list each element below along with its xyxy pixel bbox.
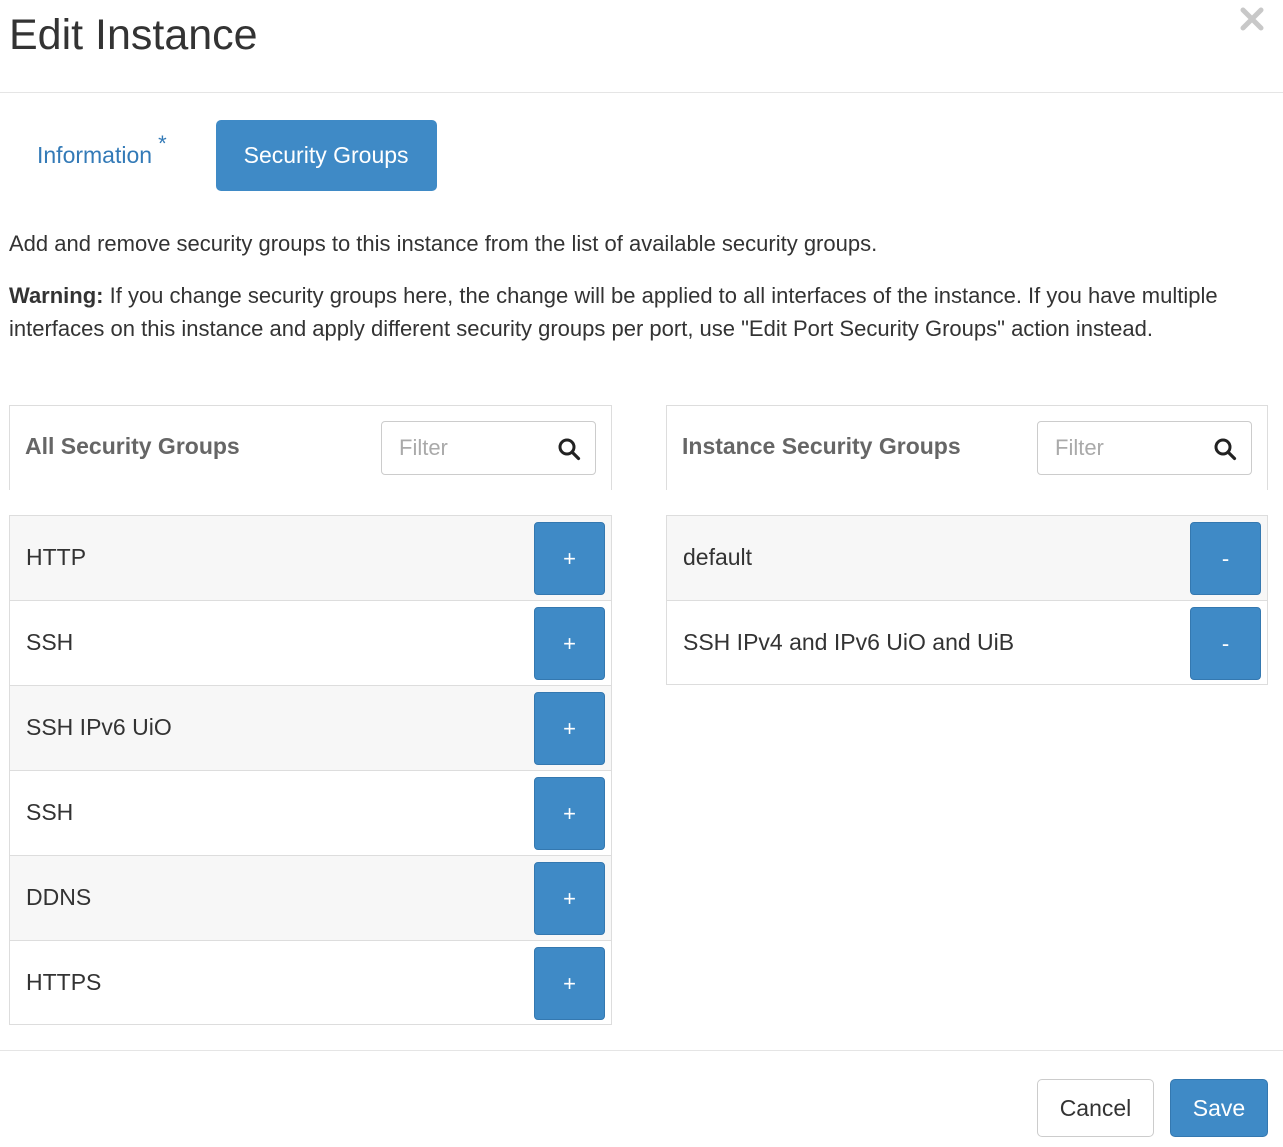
group-name: HTTPS [26,969,102,995]
filter-box [381,421,596,475]
warning-text: Warning: If you change security groups h… [9,279,1259,345]
all-groups-filter-input[interactable] [382,422,552,474]
cancel-button[interactable]: Cancel [1037,1079,1154,1137]
modal-header: Edit Instance [0,0,1283,93]
warning-label: Warning: [9,283,104,308]
all-security-groups-list: HTTP + SSH + SSH IPv6 UiO + SSH + DDNS +… [9,515,612,1025]
group-name: default [683,544,753,570]
list-item: SSH IPv4 and IPv6 UiO and UiB - [667,600,1267,685]
all-security-groups-header: All Security Groups [9,405,612,490]
filter-box [1037,421,1252,475]
group-name: SSH IPv4 and IPv6 UiO and UiB [683,629,1015,655]
tab-label: Information [37,142,153,168]
list-item: default - [667,515,1267,600]
close-icon [1240,7,1264,31]
modal-footer: Cancel Save [0,1050,1283,1147]
tab-label: Security Groups [243,142,409,168]
group-name: SSH [26,629,74,655]
search-icon[interactable] [1213,437,1237,461]
description-text: Add and remove security groups to this i… [9,231,878,256]
list-item: SSH + [10,600,611,685]
search-icon[interactable] [557,437,581,461]
add-group-button[interactable]: + [534,692,605,765]
remove-group-button[interactable]: - [1190,522,1261,595]
add-group-button[interactable]: + [534,522,605,595]
instance-security-groups-list: default - SSH IPv4 and IPv6 UiO and UiB … [666,515,1268,685]
instance-security-groups-header: Instance Security Groups [666,405,1268,490]
panel-title: All Security Groups [25,433,240,459]
close-button[interactable] [1237,4,1267,34]
remove-group-button[interactable]: - [1190,607,1261,680]
required-marker: * [158,130,167,156]
group-name: SSH IPv6 UiO [26,714,172,740]
modal-title: Edit Instance [9,11,258,59]
add-group-button[interactable]: + [534,777,605,850]
list-item: SSH + [10,770,611,855]
tab-information[interactable]: Information * [9,120,195,191]
edit-instance-modal: Edit Instance Information * Security Gro… [0,0,1283,1147]
add-group-button[interactable]: + [534,947,605,1020]
warning-body: If you change security groups here, the … [9,283,1218,341]
group-name: DDNS [26,884,92,910]
add-group-button[interactable]: + [534,862,605,935]
add-group-button[interactable]: + [534,607,605,680]
list-item: SSH IPv6 UiO + [10,685,611,770]
group-name: SSH [26,799,74,825]
tab-bar: Information * Security Groups [9,120,437,191]
list-item: DDNS + [10,855,611,940]
tab-security-groups[interactable]: Security Groups [215,120,437,191]
list-item: HTTP + [10,515,611,600]
instance-groups-filter-input[interactable] [1038,422,1208,474]
group-name: HTTP [26,544,87,570]
save-button[interactable]: Save [1170,1079,1268,1137]
panel-title: Instance Security Groups [682,433,961,459]
list-item: HTTPS + [10,940,611,1025]
